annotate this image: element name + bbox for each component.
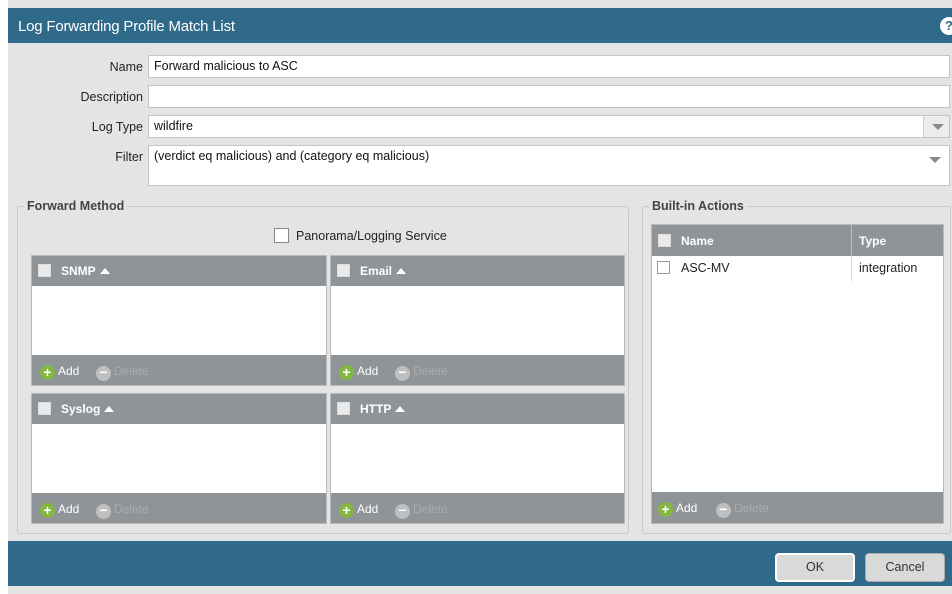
- filter-label: Filter: [115, 150, 143, 164]
- chevron-down-icon: [932, 124, 944, 130]
- log-type-dropdown-button[interactable]: [923, 116, 949, 137]
- forward-method-legend: Forward Method: [24, 199, 128, 213]
- http-select-all-checkbox[interactable]: [337, 402, 350, 415]
- syslog-panel-footer: + Add − Delete: [32, 493, 326, 523]
- email-select-all-checkbox[interactable]: [337, 264, 350, 277]
- delete-icon: −: [96, 503, 111, 519]
- snmp-column-header[interactable]: SNMP: [61, 264, 110, 278]
- name-column-header[interactable]: Name: [681, 234, 714, 248]
- description-label: Description: [80, 90, 143, 104]
- dialog-button-bar: OK Cancel: [8, 541, 952, 586]
- table-row[interactable]: ASC-MV integration: [652, 256, 943, 281]
- filter-field[interactable]: (verdict eq malicious) and (category eq …: [148, 145, 950, 186]
- email-add-button[interactable]: + Add: [339, 363, 378, 380]
- syslog-panel: Syslog + Add − Delete: [31, 393, 327, 524]
- log-type-label: Log Type: [91, 120, 143, 134]
- delete-icon: −: [96, 365, 111, 381]
- sort-ascending-icon: [395, 406, 406, 412]
- column-divider: [851, 256, 852, 281]
- snmp-panel-footer: + Add − Delete: [32, 355, 326, 385]
- http-delete-button[interactable]: − Delete: [395, 501, 448, 519]
- sort-ascending-icon: [396, 268, 407, 274]
- snmp-delete-button[interactable]: − Delete: [96, 363, 149, 381]
- syslog-column-header[interactable]: Syslog: [61, 402, 115, 416]
- snmp-panel-header: SNMP: [32, 256, 326, 286]
- email-panel-header: Email: [331, 256, 624, 286]
- add-icon: +: [40, 365, 55, 380]
- log-type-select[interactable]: wildfire: [148, 115, 950, 138]
- snmp-add-button[interactable]: + Add: [40, 363, 79, 380]
- name-label: Name: [109, 60, 143, 74]
- log-forwarding-dialog: Log Forwarding Profile Match List ? Name…: [8, 0, 952, 594]
- delete-icon: −: [716, 502, 731, 518]
- syslog-add-button[interactable]: + Add: [40, 501, 79, 518]
- builtin-actions-legend: Built-in Actions: [649, 199, 747, 213]
- syslog-panel-header: Syslog: [32, 394, 326, 424]
- syslog-delete-button[interactable]: − Delete: [96, 501, 149, 519]
- builtin-actions-table: Name Type ASC-MV integration + Add − Delet…: [651, 224, 944, 524]
- sort-ascending-icon: [99, 268, 110, 274]
- http-panel: HTTP + Add − Delete: [330, 393, 625, 524]
- ok-button[interactable]: OK: [775, 553, 855, 582]
- http-panel-footer: + Add − Delete: [331, 493, 624, 523]
- syslog-select-all-checkbox[interactable]: [38, 402, 51, 415]
- http-column-header[interactable]: HTTP: [360, 402, 406, 416]
- builtin-actions-footer: + Add − Delete: [652, 492, 943, 523]
- name-field[interactable]: Forward malicious to ASC: [148, 55, 950, 78]
- http-panel-header: HTTP: [331, 394, 624, 424]
- row-checkbox[interactable]: [657, 261, 670, 274]
- email-column-header[interactable]: Email: [360, 264, 407, 278]
- email-delete-button[interactable]: − Delete: [395, 363, 448, 381]
- panorama-label: Panorama/Logging Service: [296, 229, 447, 243]
- add-icon: +: [339, 503, 354, 518]
- email-panel: Email + Add − Delete: [330, 255, 625, 386]
- builtin-delete-button[interactable]: − Delete: [716, 500, 769, 518]
- panorama-checkbox[interactable]: [274, 228, 289, 243]
- description-field[interactable]: [148, 85, 950, 108]
- type-column-header[interactable]: Type: [859, 234, 886, 248]
- builtin-select-all-checkbox[interactable]: [658, 234, 671, 247]
- add-icon: +: [658, 502, 673, 517]
- delete-icon: −: [395, 503, 410, 519]
- snmp-select-all-checkbox[interactable]: [38, 264, 51, 277]
- add-icon: +: [339, 365, 354, 380]
- add-icon: +: [40, 503, 55, 518]
- help-icon[interactable]: ?: [940, 17, 952, 35]
- http-add-button[interactable]: + Add: [339, 501, 378, 518]
- email-panel-footer: + Add − Delete: [331, 355, 624, 385]
- builtin-add-button[interactable]: + Add: [658, 500, 697, 517]
- snmp-panel: SNMP + Add − Delete: [31, 255, 327, 386]
- cancel-button[interactable]: Cancel: [865, 553, 945, 582]
- row-type: integration: [859, 261, 918, 275]
- log-type-value: wildfire: [154, 119, 193, 133]
- builtin-actions-header: Name Type: [652, 225, 943, 256]
- dialog-title: Log Forwarding Profile Match List: [18, 18, 235, 35]
- filter-value: (verdict eq malicious) and (category eq …: [154, 149, 430, 163]
- row-name: ASC-MV: [681, 261, 730, 275]
- dialog-titlebar: Log Forwarding Profile Match List ?: [8, 8, 952, 43]
- filter-dropdown-icon[interactable]: [929, 157, 941, 163]
- column-divider: [851, 225, 852, 256]
- delete-icon: −: [395, 365, 410, 381]
- sort-ascending-icon: [104, 406, 115, 412]
